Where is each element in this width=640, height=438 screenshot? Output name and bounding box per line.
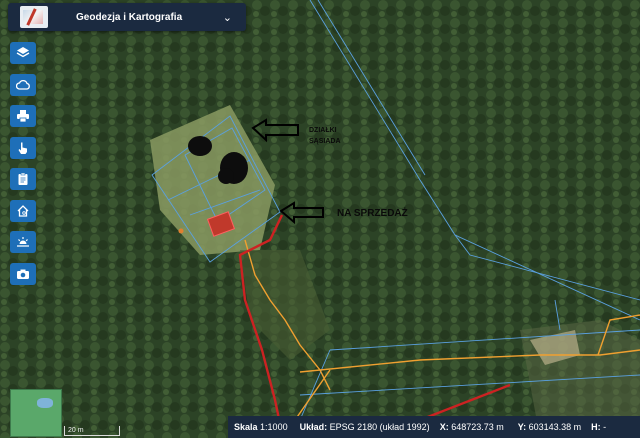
house-search-icon [17, 204, 29, 217]
cloud-icon [16, 79, 30, 90]
house-search-button[interactable] [10, 199, 36, 222]
scale-label: Skala [234, 422, 258, 432]
crs-value: EPSG 2180 (układ 1992) [329, 422, 430, 432]
clipboard-button[interactable] [10, 168, 36, 190]
x-value: 648723.73 m [451, 422, 504, 432]
crs-label: Układ: [299, 422, 328, 432]
label-neighbor-plots: DZIAŁKI SĄSIADA [309, 125, 341, 147]
app-logo [20, 6, 48, 28]
sunrise-button[interactable] [10, 231, 36, 253]
scale-bar: 20 m [64, 426, 120, 436]
label-line-1: DZIAŁKI [309, 127, 337, 134]
h-readout: H: - [591, 422, 606, 432]
overview-minimap[interactable] [10, 389, 62, 437]
chevron-down-icon[interactable]: ⌄ [223, 11, 232, 24]
cloud-button[interactable] [10, 73, 36, 96]
aerial-map[interactable] [0, 0, 640, 438]
x-label: X: [439, 422, 449, 432]
app-header[interactable]: Geodezja i Kartografia ⌄ [8, 3, 246, 31]
camera-icon [17, 269, 29, 279]
clipboard-icon [18, 172, 28, 185]
h-label: H: [591, 422, 601, 432]
crs-readout: Układ: EPSG 2180 (układ 1992) [300, 422, 430, 432]
pointer-button[interactable] [10, 136, 36, 159]
label-for-sale: NA SPRZEDAŻ [337, 208, 408, 219]
x-readout: X: 648723.73 m [440, 422, 504, 432]
h-value: - [603, 422, 607, 432]
pointer-hand-icon [18, 142, 27, 154]
layers-icon [16, 47, 30, 58]
y-value: 603143.38 m [528, 422, 582, 432]
scale-readout: Skala 1:1000 [234, 422, 288, 432]
y-label: Y: [517, 422, 527, 432]
app-title: Geodezja i Kartografia [76, 11, 183, 23]
y-readout: Y: 603143.38 m [518, 422, 581, 432]
print-icon [17, 110, 29, 123]
minimap-lake [37, 398, 53, 408]
layers-button[interactable] [10, 42, 36, 64]
map-toolbar [10, 42, 36, 294]
camera-button[interactable] [10, 262, 36, 285]
print-button[interactable] [10, 105, 36, 127]
status-bar: Skala 1:1000 Układ: EPSG 2180 (układ 199… [228, 416, 640, 438]
scale-value: 1:1000 [260, 422, 288, 432]
label-line-2: SĄSIADA [309, 138, 341, 145]
sunrise-icon [17, 237, 29, 247]
